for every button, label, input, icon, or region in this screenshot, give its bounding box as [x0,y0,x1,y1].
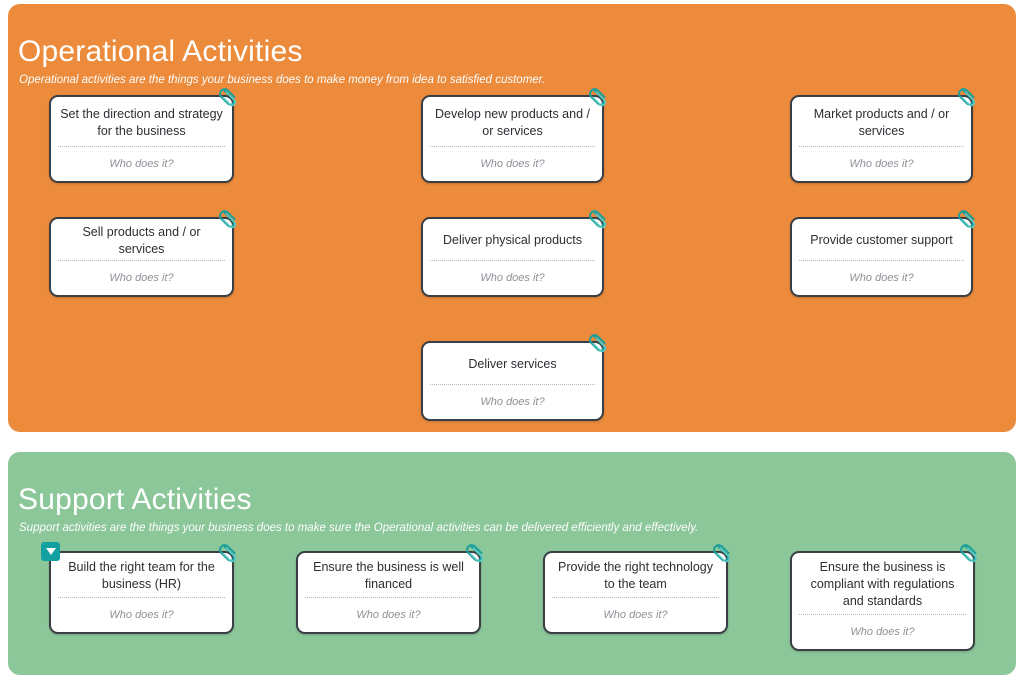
paperclip-icon[interactable] [957,86,979,110]
section-operational-activities: Operational Activities Operational activ… [8,4,1016,432]
paperclip-icon[interactable] [218,86,240,110]
activity-card-title: Ensure the business is well financed [313,560,464,591]
operational-section-title: Operational Activities [18,35,303,69]
activity-card-title: Deliver physical products [443,233,582,247]
activity-card-build-team[interactable]: Build the right team for the business (H… [41,542,237,634]
paperclip-icon[interactable] [959,542,981,566]
activity-card-title: Market products and / or services [813,106,950,138]
paperclip-icon[interactable] [218,208,240,232]
activity-card-title: Build the right team for the business (H… [68,560,215,591]
activity-card-title: Sell products and / or services [82,224,201,256]
activity-card-owner-field[interactable]: Who does it? [51,147,232,181]
activity-card-title: Ensure the business is compliant with re… [810,560,955,608]
paperclip-icon[interactable] [712,542,734,566]
paperclip-icon[interactable] [588,208,610,232]
activity-card-compliance[interactable]: Ensure the business is compliant with re… [790,544,978,651]
activity-card-owner-field[interactable]: Who does it? [51,598,232,632]
paperclip-icon[interactable] [218,542,240,566]
activity-card-deliver-services[interactable]: Deliver services Who does it? [421,334,607,421]
activity-card-owner-field[interactable]: Who does it? [792,261,971,295]
activity-card-owner-field[interactable]: Who does it? [51,261,232,295]
activity-card-title: Deliver services [468,357,557,371]
activity-card-sell-products[interactable]: Sell products and / or services Who does… [49,210,237,297]
activity-card-owner-field[interactable]: Who does it? [423,261,602,295]
activity-card-develop-products[interactable]: Develop new products and / or services W… [421,88,607,183]
activity-card-owner-field[interactable]: Who does it? [423,147,602,181]
paperclip-icon[interactable] [465,542,487,566]
activity-card-set-direction[interactable]: Set the direction and strategy for the b… [49,88,237,183]
operational-section-subtitle: Operational activities are the things yo… [19,73,546,86]
section-support-activities: Support Activities Support activities ar… [8,452,1016,675]
activity-card-owner-field[interactable]: Who does it? [423,385,602,419]
activity-card-title: Develop new products and / or services [435,106,590,138]
activity-card-owner-field[interactable]: Who does it? [298,598,479,632]
activity-card-right-technology[interactable]: Provide the right technology to the team… [543,544,731,634]
support-section-subtitle: Support activities are the things your b… [19,521,699,534]
activity-card-deliver-physical-products[interactable]: Deliver physical products Who does it? [421,210,607,297]
activities-board: Operational Activities Operational activ… [0,0,1024,679]
activity-card-provide-customer-support[interactable]: Provide customer support Who does it? [790,210,976,297]
activity-card-title: Set the direction and strategy for the b… [60,106,223,138]
paperclip-icon[interactable] [588,332,610,356]
activity-card-well-financed[interactable]: Ensure the business is well financed Who… [296,544,484,634]
paperclip-icon[interactable] [957,208,979,232]
activity-card-owner-field[interactable]: Who does it? [792,615,973,649]
paperclip-icon[interactable] [588,86,610,110]
activity-card-owner-field[interactable]: Who does it? [792,147,971,181]
activity-card-owner-field[interactable]: Who does it? [545,598,726,632]
activity-card-title: Provide the right technology to the team [558,560,713,591]
chevron-down-icon[interactable] [41,542,60,561]
activity-card-title: Provide customer support [810,233,953,247]
activity-card-market-products[interactable]: Market products and / or services Who do… [790,88,976,183]
support-section-title: Support Activities [18,483,252,517]
